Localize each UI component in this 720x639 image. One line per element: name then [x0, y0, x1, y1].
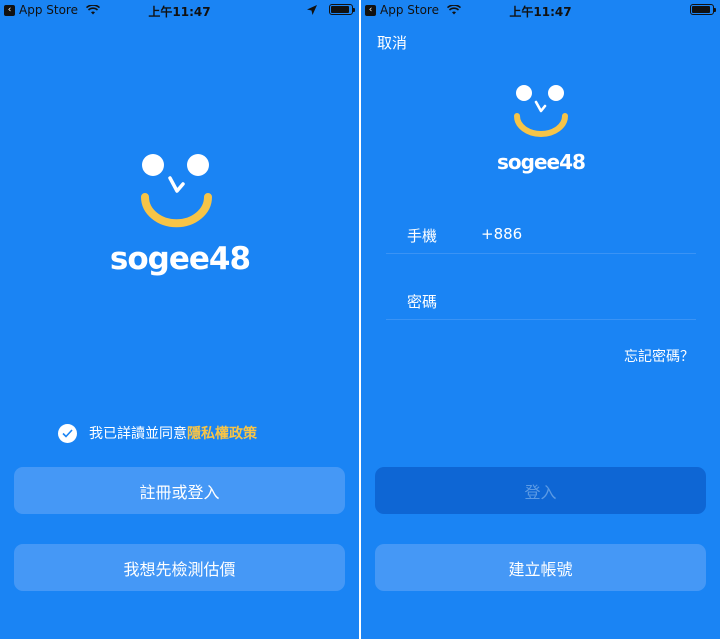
password-divider	[386, 319, 696, 320]
battery-icon	[329, 4, 355, 15]
brand-logo: sogee48	[109, 153, 251, 277]
smiley-logo-icon	[514, 85, 568, 137]
login-button[interactable]: 登入	[375, 467, 706, 514]
checkmark-icon[interactable]	[58, 423, 77, 443]
privacy-agreement[interactable]: 我已詳讀並同意 隱私權政策	[58, 423, 257, 443]
phone-label: 手機	[407, 227, 438, 245]
phone-divider	[386, 253, 696, 254]
cancel-button[interactable]: 取消	[377, 32, 407, 53]
login-screen: ‹ App Store 上午11:47 取消 sogee48 手機 +886 密…	[361, 0, 720, 639]
location-arrow-icon	[307, 4, 317, 15]
status-time: 上午11:47	[509, 5, 572, 19]
brand-logo: sogee48	[497, 84, 586, 174]
status-bar: ‹ App Store 上午11:47	[361, 0, 720, 20]
status-bar: ‹ App Store 上午11:47	[0, 0, 359, 20]
smiley-logo-icon	[141, 154, 212, 228]
create-account-button[interactable]: 建立帳號	[375, 544, 706, 591]
forgot-password-link[interactable]: 忘記密碼？	[624, 346, 694, 366]
password-label: 密碼	[407, 293, 438, 311]
welcome-screen: ‹ App Store 上午11:47 sogee48 我已詳讀並同意 隱私權政…	[0, 0, 359, 639]
logo-text: sogee48	[497, 150, 586, 174]
country-code[interactable]: +886	[481, 225, 522, 243]
battery-icon	[690, 4, 716, 15]
agreement-text: 我已詳讀並同意	[89, 426, 187, 442]
register-or-login-button[interactable]: 註冊或登入	[14, 467, 345, 514]
privacy-policy-link[interactable]: 隱私權政策	[187, 423, 257, 443]
logo-text: sogee48	[109, 241, 251, 277]
status-time: 上午11:47	[148, 5, 211, 19]
appraise-first-button[interactable]: 我想先檢測估價	[14, 544, 345, 591]
